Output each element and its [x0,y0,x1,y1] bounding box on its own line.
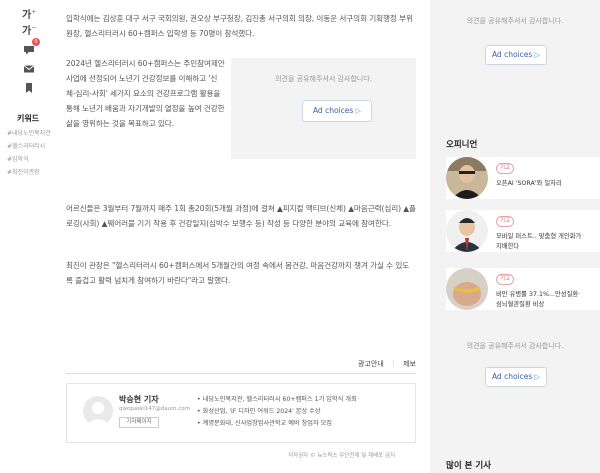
opinion-tag: 기고 [496,163,514,174]
article-toolbar: 가+ 가− 0 키워드 #내당노인복지관 #헬스리터러시 #입학식 #최진이관장 [0,0,62,473]
article-paragraph: 입학식에는 김상훈 대구 서구 국회의원, 권오상 부구청장, 김진총 서구의회… [66,14,413,38]
comment-count-badge: 0 [32,38,40,46]
reporter-avatar [83,396,113,426]
ad-choices-icon: ▷ [534,373,541,381]
opinion-item[interactable]: 기고 비만 유병률 37.1%...만성질환·심뇌혈관질환 비상 [446,268,600,310]
comment-icon[interactable] [23,44,35,56]
article-paragraph: 어르신들은 3월부터 7월까지 매주 1회 총20회(5개월 과정)에 걸쳐 ▲… [66,204,416,228]
article-paragraph: 2024년 헬스리터러시 60+캠퍼스는 주민참여제안 사업에 선정되어 노년기… [66,59,225,128]
opinion-author-photo [446,157,488,199]
keyword-tag[interactable]: #입학식 [7,156,57,164]
opinion-tag: 기고 [496,216,514,227]
ad-choices-button[interactable]: Ad choices ▷ [485,45,547,65]
tip-link[interactable]: 제보 [403,359,416,369]
opinion-headline[interactable]: 오픈AI 'SORA'와 일자리 [496,179,582,189]
sidebar-ad-top[interactable]: 의견을 공유해주셔서 감사합니다. Ad choices ▷ [430,0,600,120]
sidebar-ad-bottom[interactable]: 의견을 공유해주셔서 감사합니다. Ad choices ▷ [430,335,600,445]
related-article-link[interactable]: • 화성산업, 'iF 디자인 어워드 2024' 본상 수상 [197,406,412,418]
page: 가+ 가− 0 키워드 #내당노인복지관 #헬스리터러시 #입학식 #최진이관장… [0,0,600,473]
reporter-name: 박승현 기자 [119,395,159,404]
reporter-related-articles: • 내당노인복지관, 헬스리터러시 60+캠퍼스 1기 입학식 개최 • 화성산… [197,394,412,430]
opinion-headline[interactable]: 모바일 퍼스트.. 맞춤형 개인화가 지배한다 [496,232,582,252]
related-article-link[interactable]: • 내당노인복지관, 헬스리터러시 60+캠퍼스 1기 입학식 개최 [197,394,412,406]
ad-guide-link[interactable]: 광고안내 [358,359,384,369]
ad-caption: 의견을 공유해주셔서 감사합니다. [275,75,372,83]
divider [66,373,416,374]
article-paragraph: 최진이 관장은 "헬스리터러시 60+캠퍼스에서 5개월간의 여정 속에서 몸건… [66,261,410,285]
ad-choices-label: Ad choices [491,50,533,59]
ad-caption: 의견을 공유해주셔서 감사합니다. [466,17,564,25]
opinion-item[interactable]: 기고 모바일 퍼스트.. 맞춤형 개인화가 지배한다 [446,210,600,252]
reporter-card: 박승현 기자 qwopaskl147@daum.com 기자페이지 • 내당노인… [66,383,416,443]
ad-choices-label: Ad choices [491,372,533,381]
keyword-tag[interactable]: #내당노인복지관 [7,130,57,138]
ad-choices-icon: ▷ [355,107,362,115]
footer-divider: | [392,359,395,367]
reporter-email[interactable]: qwopaskl147@daum.com [119,406,190,412]
ad-choices-button[interactable]: Ad choices ▷ [485,367,547,387]
keywords-title: 키워드 [17,114,40,123]
opinion-author-photo [446,210,488,252]
popular-articles-title: 많이 본 기사 [446,461,492,471]
person-icon [86,402,110,426]
bookmark-icon[interactable] [23,82,35,94]
opinion-headline[interactable]: 비만 유병률 37.1%...만성질환·심뇌혈관질환 비상 [496,290,582,310]
ad-choices-icon: ▷ [534,51,541,59]
related-article-link[interactable]: • 계명문화대, 신사업창업사관학교 예비 창업자 모집 [197,418,412,430]
mail-icon[interactable] [23,63,35,75]
opinion-photo [446,268,488,310]
keyword-tag[interactable]: #헬스리터러시 [7,143,57,151]
inline-ad[interactable]: 의견을 공유해주셔서 감사합니다. Ad choices ▷ [231,58,416,159]
copyright-notice: 저작권자 © 뉴스픽스 무단전재 및 재배포 금지 [288,453,396,459]
keyword-list: #내당노인복지관 #헬스리터러시 #입학식 #최진이관장 [7,130,57,182]
ad-caption: 의견을 공유해주셔서 감사합니다. [466,342,564,350]
font-size-decrease-button[interactable]: 가− [22,22,36,37]
keyword-tag[interactable]: #최진이관장 [7,169,57,177]
opinion-tag: 기고 [496,274,514,285]
opinion-item[interactable]: 기고 오픈AI 'SORA'와 일자리 [446,157,600,199]
font-size-increase-button[interactable]: 가+ [22,6,36,21]
opinion-section-title: 오피니언 [446,140,478,150]
ad-choices-button[interactable]: Ad choices ▷ [302,100,372,122]
reporter-page-button[interactable]: 기자페이지 [119,417,159,428]
ad-choices-label: Ad choices [312,106,354,115]
